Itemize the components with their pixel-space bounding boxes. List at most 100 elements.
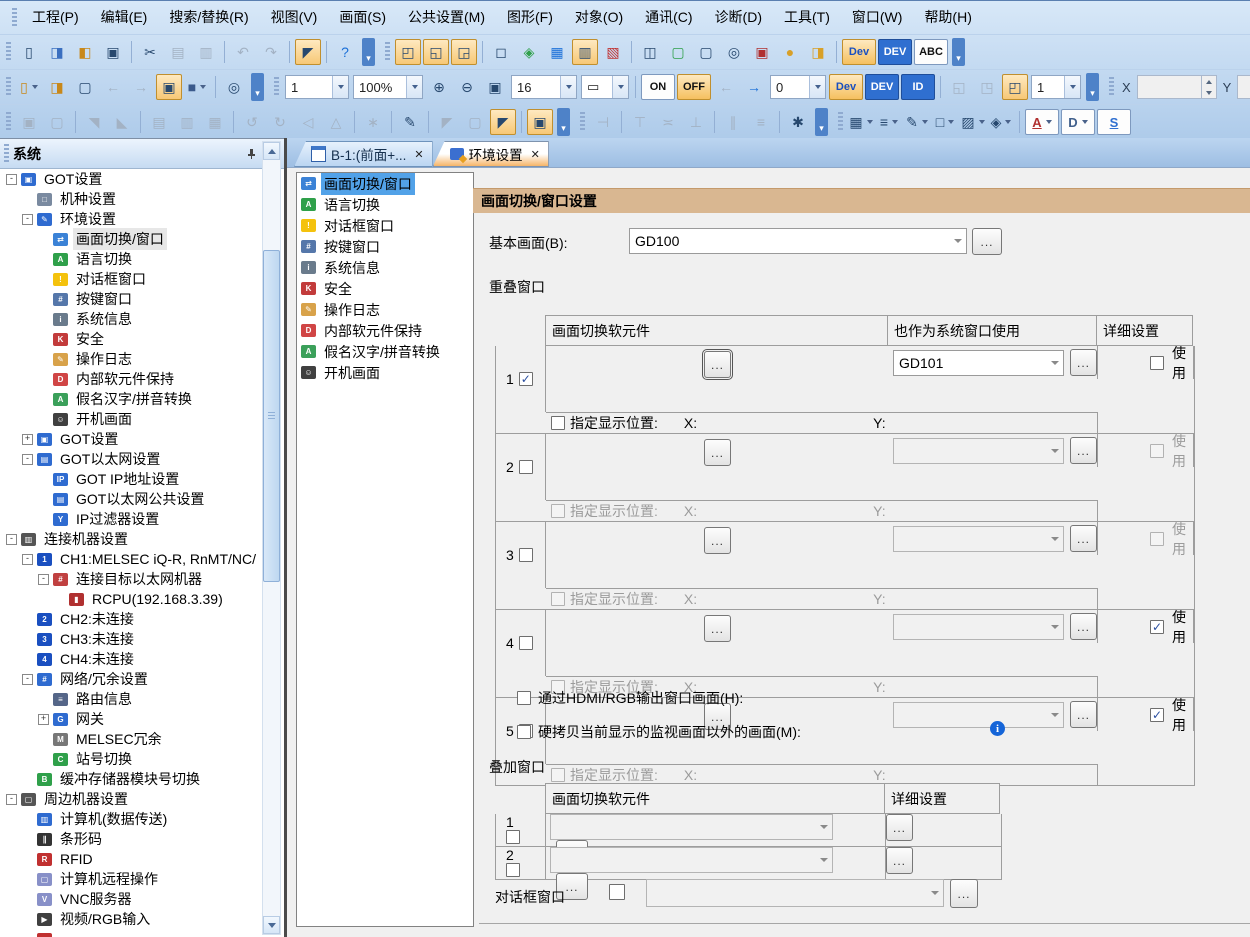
tree-item[interactable]: ⇄画面切换/窗口	[0, 229, 284, 249]
menu-item[interactable]: 对象(O)	[564, 1, 634, 34]
tree-item[interactable]: -▤GOT以太网设置	[0, 449, 284, 469]
tree-item[interactable]: -▢周边机器设置	[0, 789, 284, 809]
detail-settings-button[interactable]: ...	[886, 847, 913, 874]
settings-list-item[interactable]: K安全	[297, 278, 473, 299]
vertex-edit-button[interactable]: ∗	[360, 109, 386, 135]
tree-item[interactable]: -▥连接机器设置	[0, 529, 284, 549]
save-project-button[interactable]: ▣	[100, 39, 126, 65]
fill-color-button[interactable]: ◈	[988, 109, 1014, 135]
layer-number-combo[interactable]: 1	[1031, 75, 1081, 99]
toolbar-overflow-icon[interactable]: ▾	[1086, 73, 1099, 101]
settings-list-item[interactable]: #按键窗口	[297, 236, 473, 257]
overlap-row-checkbox[interactable]: ✓	[519, 372, 533, 386]
menu-item[interactable]: 通讯(C)	[634, 1, 703, 34]
tree-item[interactable]: ▶视频/RGB输入	[0, 909, 284, 929]
toolbar-overflow-icon[interactable]: ▾	[557, 108, 570, 136]
screen-property-button[interactable]: ◲	[451, 39, 477, 65]
device-display-button[interactable]: Dev	[842, 39, 876, 65]
basic-screen-combo[interactable]: GD100	[629, 228, 967, 254]
distribute-v-button[interactable]: ∥	[720, 109, 746, 135]
device-comment-button[interactable]: ▥	[572, 39, 598, 65]
device-browse-button[interactable]: ...	[1070, 349, 1097, 376]
key-window-combo[interactable]: ▭	[581, 75, 629, 99]
device-browse-button[interactable]: ...	[1070, 613, 1097, 640]
data-edit-button[interactable]: ✎	[397, 109, 423, 135]
frame-style-button[interactable]: □	[932, 109, 958, 135]
use-as-system-window-checkbox[interactable]	[1150, 532, 1164, 546]
dev-mode-button[interactable]: Dev	[829, 74, 863, 100]
toolbar-grip[interactable]	[580, 112, 585, 132]
select-cursor-button[interactable]: ◤	[295, 39, 321, 65]
specify-position-checkbox[interactable]	[551, 504, 565, 518]
use-as-system-window-checkbox[interactable]: ✓	[1150, 620, 1164, 634]
tree-item[interactable]: i系统信息	[0, 309, 284, 329]
overlap-row-checkbox[interactable]	[519, 460, 533, 474]
toolbar-grip[interactable]	[385, 42, 390, 62]
toolbar-grip[interactable]	[1109, 77, 1114, 97]
dialog-window-combo[interactable]	[646, 879, 944, 907]
toolbar-overflow-icon[interactable]: ▾	[362, 38, 375, 66]
display-window-button[interactable]: ▢	[72, 74, 98, 100]
chevron-down-icon[interactable]	[950, 229, 966, 253]
tree-item[interactable]: MMELSEC冗余	[0, 729, 284, 749]
chevron-down-icon[interactable]	[1047, 439, 1063, 463]
bring-cursor-button[interactable]: ◤	[434, 109, 460, 135]
use-as-system-window-checkbox[interactable]: ✓	[1150, 708, 1164, 722]
window-search-button[interactable]: ◎	[721, 39, 747, 65]
menu-item[interactable]: 诊断(D)	[704, 1, 773, 34]
tree-item[interactable]: 2CH2:未连接	[0, 609, 284, 629]
align-center-button[interactable]: ≍	[655, 109, 681, 135]
tree-item[interactable]: B缓冲存储器模块号切换	[0, 769, 284, 789]
collapse-icon[interactable]: -	[22, 454, 33, 465]
superimpose-row-checkbox[interactable]	[506, 863, 520, 877]
layer-rear-button[interactable]: ◱	[946, 74, 972, 100]
settings-list-item[interactable]: A语言切换	[297, 194, 473, 215]
menu-item[interactable]: 视图(V)	[260, 1, 329, 34]
menu-item[interactable]: 窗口(W)	[841, 1, 914, 34]
collapse-icon[interactable]: -	[38, 574, 49, 585]
zoom-out-button[interactable]: ⊖	[454, 74, 480, 100]
settings-list-item[interactable]: ✎操作日志	[297, 299, 473, 320]
y-coordinate-spinner[interactable]	[1237, 75, 1250, 99]
device-browse-button[interactable]: ...	[1070, 437, 1097, 464]
paste-template2-button[interactable]: ▥	[174, 109, 200, 135]
tree-item[interactable]: ▮RCPU(192.168.3.39)	[0, 589, 284, 609]
dialog-window-browse-button[interactable]: ...	[950, 879, 978, 908]
expand-icon[interactable]: +	[22, 434, 33, 445]
zoom-in-button[interactable]: ⊕	[426, 74, 452, 100]
zoom-fit-button[interactable]: ▣	[482, 74, 508, 100]
tree-item[interactable]: A假名汉字/拼音转换	[0, 389, 284, 409]
align-top-button[interactable]: ⊤	[627, 109, 653, 135]
settings-list-item[interactable]: D内部软元件保持	[297, 320, 473, 341]
flip-h-button[interactable]: ◁	[295, 109, 321, 135]
device-grid-button[interactable]: DEV	[878, 39, 912, 65]
device-prev-button[interactable]: ←	[713, 74, 739, 100]
tree-item[interactable]: C站号切换	[0, 749, 284, 769]
tree-item[interactable]: A语言切换	[0, 249, 284, 269]
tree-item[interactable]: -#网络/冗余设置	[0, 669, 284, 689]
select-frame-button[interactable]: ▢	[693, 39, 719, 65]
undo-button[interactable]: ↶	[230, 39, 256, 65]
screen-front-button[interactable]: ◰	[395, 39, 421, 65]
tree-item[interactable]: !对话框窗口	[0, 269, 284, 289]
distribute-h-button[interactable]: ≡	[748, 109, 774, 135]
line-width-button[interactable]: ≡	[876, 109, 902, 135]
paste-button[interactable]: ▥	[193, 39, 219, 65]
font-style-button[interactable]: D	[1061, 109, 1095, 135]
line-style-button[interactable]: ✎	[904, 109, 930, 135]
tab-screen-b1[interactable]: B-1:(前面+... ✕	[294, 141, 433, 167]
cursor-mode-button[interactable]: ◤	[490, 109, 516, 135]
module-save-button[interactable]: ▣	[749, 39, 775, 65]
id-display-button[interactable]: ID	[901, 74, 935, 100]
label-dev-button[interactable]: DEV	[865, 74, 899, 100]
tree-item[interactable]: ☺开机画面	[0, 409, 284, 429]
screen-switch-device-combo[interactable]	[550, 814, 833, 840]
superimpose-row-checkbox[interactable]	[506, 830, 520, 844]
rotate-left-button[interactable]: ↺	[239, 109, 265, 135]
menu-item[interactable]: 工具(T)	[773, 1, 841, 34]
screen-rear-button[interactable]: ◱	[423, 39, 449, 65]
pin-icon[interactable]	[242, 145, 260, 163]
tree-item[interactable]: 4CH4:未连接	[0, 649, 284, 669]
menu-item[interactable]: 图形(F)	[496, 1, 564, 34]
tree-item[interactable]: D内部软元件保持	[0, 369, 284, 389]
